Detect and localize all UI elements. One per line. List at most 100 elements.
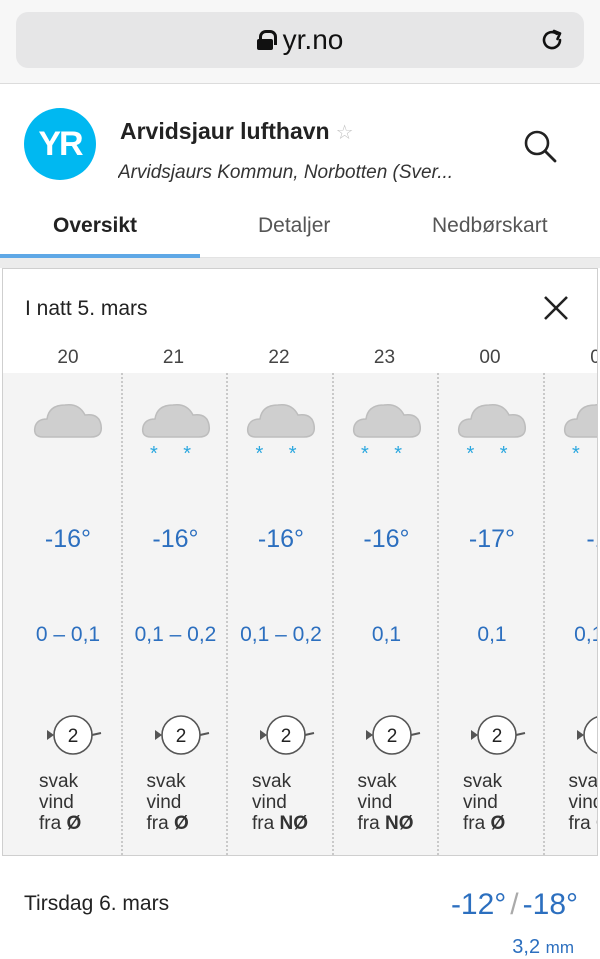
close-icon[interactable]: [541, 293, 571, 323]
browser-toolbar: yr.no: [0, 0, 600, 84]
temperature: -16°: [44, 525, 92, 553]
hourly-forecast-card: I natt 5. mars 20212223000 -16°0 – 0,12s…: [2, 268, 598, 856]
wind-word: vind: [39, 792, 74, 813]
favorite-star-icon[interactable]: ☆: [336, 122, 354, 144]
wind-word: vind: [252, 792, 287, 813]
wind-speed: 2: [68, 726, 79, 747]
precipitation: 0 – 0,1: [35, 623, 101, 646]
wind-direction: NØ: [279, 813, 308, 834]
wind-strength: svak: [39, 771, 79, 792]
precipitation: 0,1: [371, 623, 402, 646]
wind-word: vind: [568, 792, 598, 813]
wind-arrow-icon: 2: [154, 715, 209, 755]
location-header: YR Arvidsjaur lufthavn ☆ Arvidsjaurs Komm…: [0, 84, 600, 198]
wind-direction: Ø: [596, 813, 597, 834]
temperature: -16°: [257, 525, 305, 553]
wind-description: svak vind fra NØ: [358, 771, 414, 834]
wind-from: fra: [463, 813, 486, 834]
wind-word: vind: [357, 792, 393, 813]
location-subtitle: Arvidsjaurs Kommun, Norbotten (Sver...: [118, 162, 454, 183]
wind-word: vind: [146, 792, 182, 813]
precip-unit: mm: [545, 938, 574, 957]
temperature: -17°: [468, 525, 516, 553]
wind-description: svakvindfra Ø: [39, 771, 81, 834]
yr-logo[interactable]: YR: [24, 108, 96, 180]
wind-speed: 2: [492, 726, 503, 747]
snowflake-icon: * *: [571, 443, 597, 465]
forecast-column[interactable]: * * -16° 0,1 – 0,2 2 svak vind fra NØ: [226, 373, 332, 855]
snowflake-icon: * *: [149, 443, 202, 465]
tab-detaljer[interactable]: Detaljer: [258, 214, 330, 238]
wind-word: vind: [463, 792, 498, 813]
cloud-snow-icon: [352, 403, 421, 438]
precipitation: 0,1 – 0,2: [240, 623, 322, 646]
hour-label: 20: [57, 347, 79, 368]
wind-speed: 2: [597, 726, 598, 747]
tab-nedborskart[interactable]: Nedbørskart: [432, 214, 548, 238]
temperature: -16°: [363, 525, 410, 553]
wind-direction: Ø: [490, 813, 506, 834]
day-label: Tirsdag 6. mars: [24, 892, 170, 915]
wind-strength: svak: [252, 771, 292, 792]
tab-bar: Oversikt Detaljer Nedbørskart: [0, 198, 600, 258]
snowflake-icon: * *: [255, 443, 307, 465]
forecast-column[interactable]: -16° 0 – 0,1 2 svak vind fra Ø: [15, 373, 121, 855]
hour-label: 23: [373, 347, 396, 368]
wind-strength: svak: [463, 771, 503, 792]
wind-description: svakvindfra Ø: [147, 771, 189, 834]
wind-direction: NØ: [384, 813, 414, 834]
wind-direction: Ø: [66, 813, 82, 834]
forecast-column[interactable]: * * -17° 0,1 2 svak vind fra Ø: [437, 373, 543, 855]
hour-label: 0: [543, 347, 597, 369]
active-tab-indicator: [0, 254, 200, 258]
day-row[interactable]: Tirsdag 6. mars -12° / -18° 3,2 mm: [0, 870, 600, 959]
wind-strength: svak: [146, 771, 186, 792]
wind-description: svakvindfra Ø: [568, 771, 598, 834]
address-bar[interactable]: yr.no: [16, 12, 584, 68]
wind-arrow-icon: 2: [260, 715, 315, 755]
forecast-column[interactable]: * * -16° 0,1 2 svak vind fra NØ: [331, 373, 438, 855]
wind-arrow-icon: 2: [365, 715, 420, 755]
cloud-snow-icon: [457, 403, 527, 438]
wind-arrow-icon: 2: [47, 715, 102, 755]
wind-strength: svak: [568, 771, 598, 792]
tab-oversikt[interactable]: Oversikt: [53, 214, 137, 238]
day-precipitation: 3,2 mm: [512, 936, 574, 959]
precipitation: 0,1 –: [574, 623, 597, 646]
wind-from: fra: [568, 813, 591, 834]
precipitation: 0,1 – 0,2: [134, 623, 217, 646]
lock-icon: [256, 30, 277, 50]
forecast-columns[interactable]: -16° 0 – 0,1 2 svak vind fra Ø * * -16° 0,1 – 0,…: [3, 373, 598, 855]
cloud-icon: [33, 403, 103, 438]
forecast-column[interactable]: * * -1 0,1 – 2 svakvindfra Ø: [542, 373, 598, 855]
reload-icon[interactable]: [538, 26, 566, 54]
search-icon[interactable]: [520, 126, 560, 166]
wind-description: svak vind fra NØ: [252, 771, 308, 834]
snowflake-icon: * *: [466, 443, 518, 465]
wind-from: fra: [252, 813, 275, 834]
wind-from: fra: [357, 813, 380, 834]
forecast-column[interactable]: * * -16° 0,1 – 0,2 2 svak vind fra Ø: [120, 373, 227, 855]
wind-speed: 2: [281, 726, 292, 747]
day-temperatures: -12° / -18°: [451, 888, 578, 922]
wind-direction: Ø: [173, 813, 189, 834]
wind-from: fra: [39, 813, 62, 834]
wind-description: svakvindfra Ø: [463, 771, 505, 834]
cloud-snow-icon: [246, 403, 316, 438]
cloud-snow-icon: [141, 403, 210, 438]
location-name: Arvidsjaur lufthavn: [120, 118, 330, 144]
wind-arrow-icon: 2: [576, 715, 598, 755]
cloud-snow-icon: [563, 404, 597, 438]
separator: [0, 258, 600, 268]
wind-speed: 2: [386, 726, 397, 747]
wind-from: fra: [146, 813, 169, 834]
hour-label: 22: [268, 347, 290, 368]
location-title: Arvidsjaur lufthavn ☆: [120, 118, 354, 145]
min-temp: -18°: [522, 888, 578, 921]
wind-strength: svak: [357, 771, 397, 792]
wind-speed: 2: [175, 726, 186, 747]
precipitation: 0,1: [477, 623, 507, 646]
wind-arrow-icon: 2: [471, 715, 526, 755]
forecast-title: I natt 5. mars: [25, 297, 148, 320]
snowflake-icon: * *: [360, 443, 413, 465]
